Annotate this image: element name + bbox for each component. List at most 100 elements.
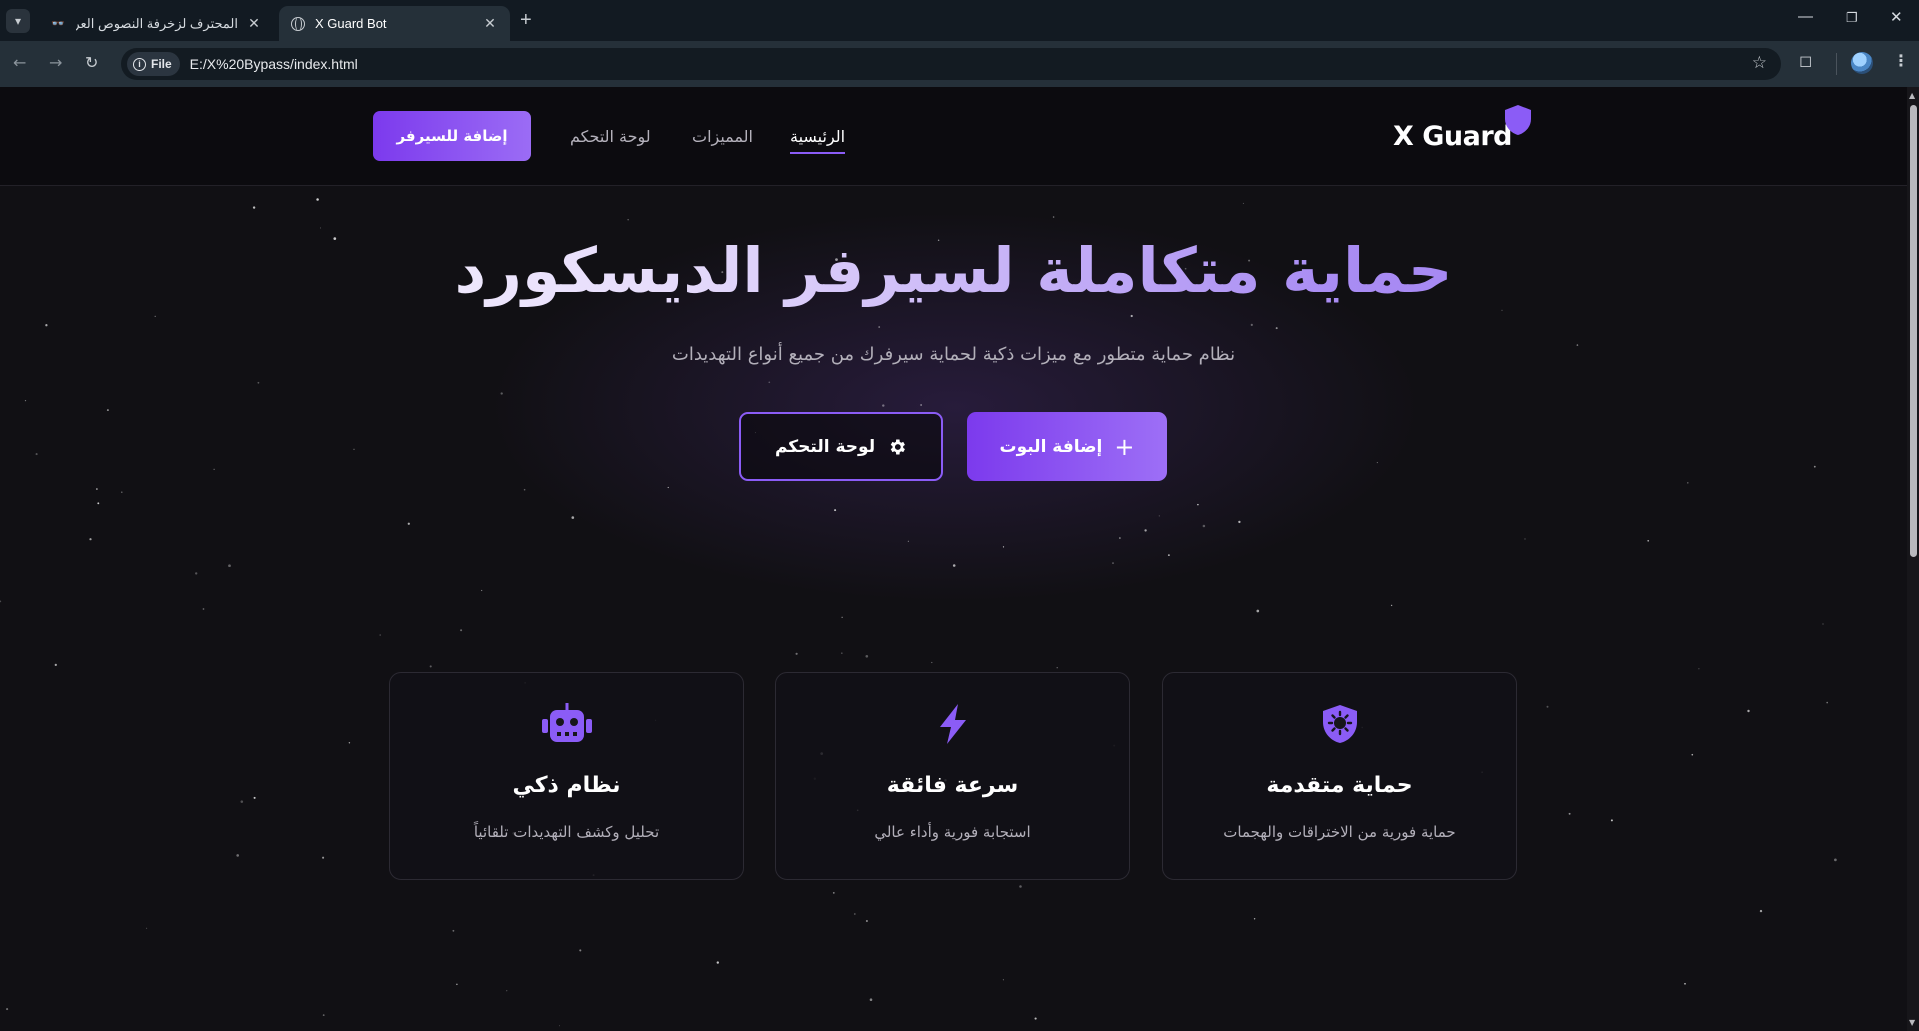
extensions-icon[interactable]: ◻ [1799, 51, 1812, 70]
star-dot [146, 927, 148, 929]
star-dot [213, 468, 215, 470]
feature-card-protection: حماية متقدمة حماية فورية من الاختراقات و… [1162, 672, 1517, 880]
page-scrollbar[interactable]: ▲ ▼ [1907, 87, 1919, 1031]
star-dot [1275, 327, 1278, 330]
star-dot [253, 796, 256, 799]
add-bot-button[interactable]: + إضافة البوت [967, 412, 1167, 481]
url-text[interactable]: E:/X%20Bypass/index.html [190, 56, 358, 72]
tab-close-icon[interactable]: ✕ [482, 15, 498, 32]
star-dot [869, 998, 873, 1001]
star-dot [500, 392, 503, 395]
minimize-icon[interactable]: — [1798, 8, 1813, 25]
star-dot [1610, 819, 1613, 822]
star-dot [1197, 503, 1199, 506]
star-dot [1112, 562, 1114, 564]
star-dot [834, 509, 837, 512]
star-dot [1250, 323, 1253, 327]
feature-title: حماية متقدمة [1266, 773, 1413, 798]
star-dot [1684, 982, 1686, 985]
star-dot [96, 488, 98, 490]
star-dot [45, 324, 48, 327]
star-dot [481, 589, 483, 592]
star-dot [579, 949, 582, 952]
star-dot [1390, 604, 1393, 607]
star-dot [6, 1008, 9, 1011]
star-dot [716, 961, 719, 964]
star-dot [795, 652, 798, 655]
star-dot [202, 608, 205, 610]
star-dot [841, 616, 843, 618]
browser-tab-active[interactable]: X Guard Bot ✕ [279, 6, 510, 41]
star-dot [35, 453, 38, 456]
site-info-chip[interactable]: i File [127, 52, 180, 76]
star-dot [1002, 979, 1004, 981]
bookmark-star-icon[interactable]: ☆ [1752, 53, 1767, 73]
nav-link-features[interactable]: المميزات [692, 127, 753, 146]
star-dot [841, 652, 843, 654]
window-close-icon[interactable]: ✕ [1890, 8, 1903, 26]
star-dot [1568, 812, 1571, 815]
brand-name[interactable]: X Guard [1393, 121, 1512, 152]
back-icon[interactable]: ← [13, 53, 26, 72]
star-dot [1253, 918, 1256, 920]
star-dot [878, 326, 881, 328]
star-dot [460, 629, 463, 632]
tab-search-button[interactable]: ▾ [6, 9, 30, 33]
add-to-server-button[interactable]: إضافة للسيرفر [373, 111, 531, 161]
star-dot [931, 661, 933, 664]
star-dot [907, 540, 909, 542]
nav-link-home[interactable]: الرئيسية [790, 127, 846, 154]
star-dot [348, 742, 351, 744]
new-tab-button[interactable]: + [520, 9, 532, 32]
feature-description: حماية فورية من الاختراقات والهجمات [1223, 823, 1456, 841]
star-dot [379, 634, 381, 636]
star-dot [429, 665, 432, 668]
star-dot [322, 1014, 325, 1016]
restore-icon[interactable]: ❐ [1846, 10, 1858, 26]
star-dot [452, 929, 455, 932]
scroll-up-icon[interactable]: ▲ [1909, 91, 1915, 100]
scroll-down-icon[interactable]: ▼ [1909, 1018, 1915, 1027]
star-dot [523, 488, 526, 491]
scrollbar-thumb[interactable] [1910, 105, 1917, 557]
star-dot [920, 404, 922, 406]
star-dot [865, 919, 868, 923]
star-dot [1759, 909, 1763, 913]
hero-title: حماية متكاملة لسيرفر الديسكورد [0, 234, 1907, 307]
star-dot [1242, 202, 1244, 204]
star-dot [1119, 537, 1121, 539]
star-dot [257, 381, 260, 384]
starfield-background [0, 198, 1837, 1027]
browser-tab-inactive[interactable]: 👓 المحترف لزخرفة النصوص العربية ✕ [38, 6, 274, 41]
plus-icon: + [1114, 432, 1135, 461]
hero-subtitle: نظام حماية متطور مع ميزات ذكية لحماية سي… [671, 344, 1236, 365]
star-dot [1238, 520, 1241, 524]
star-dot [316, 198, 319, 201]
star-dot [1822, 623, 1824, 625]
feature-card-smart: نظام ذكي تحليل وكشف التهديدات تلقائياً [389, 672, 744, 880]
star-dot [1144, 529, 1147, 532]
star-dot [322, 856, 325, 859]
reload-icon[interactable]: ↻ [85, 53, 98, 72]
tab-title: X Guard Bot [315, 16, 387, 31]
star-dot [506, 990, 508, 992]
nav-link-dashboard[interactable]: لوحة التحكم [570, 127, 651, 146]
star-dot [89, 538, 92, 541]
star-dot [1158, 515, 1160, 517]
forward-icon[interactable]: → [49, 53, 62, 72]
star-dot [252, 206, 256, 209]
star-dot [195, 572, 198, 575]
star-dot [121, 491, 123, 493]
star-dot [456, 983, 458, 986]
dashboard-button[interactable]: لوحة التحكم [739, 412, 943, 481]
star-dot [54, 663, 57, 667]
star-dot [832, 891, 835, 894]
menu-kebab-icon[interactable]: ⋮ [1893, 51, 1909, 70]
add-bot-label: إضافة البوت [999, 436, 1103, 457]
tab-close-icon[interactable]: ✕ [246, 15, 262, 32]
address-bar[interactable]: i File E:/X%20Bypass/index.html ☆ [121, 48, 1781, 80]
star-dot [1546, 705, 1549, 708]
gear-icon [890, 439, 905, 454]
star-dot [1501, 309, 1503, 312]
profile-avatar[interactable] [1851, 52, 1873, 74]
